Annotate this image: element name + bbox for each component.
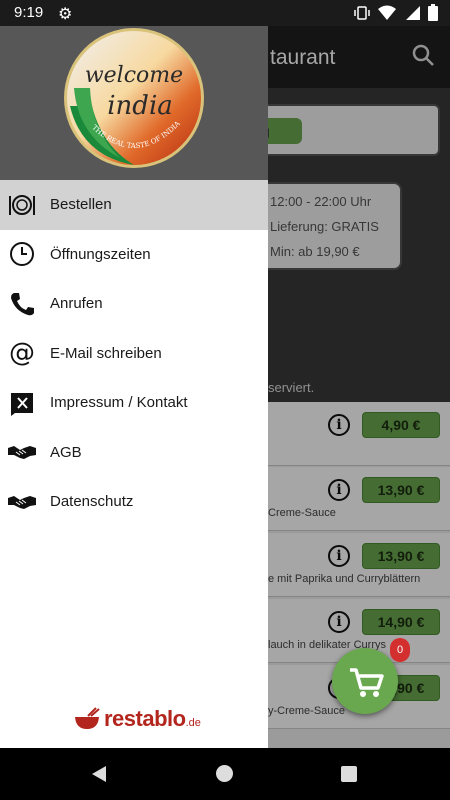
system-nav-bar: [0, 748, 450, 800]
at-icon: @: [9, 338, 35, 369]
drawer-item-label: Öffnungszeiten: [50, 245, 151, 263]
drawer-item-agb[interactable]: AGB: [0, 428, 268, 478]
status-icons: [354, 4, 438, 21]
navigation-drawer: welcome india THE REAL TASTE OF INDIA Be…: [0, 26, 268, 748]
drawer-item-datenschutz[interactable]: Datenschutz: [0, 477, 268, 527]
imprint-icon: [8, 389, 36, 417]
logo-text-india: india: [107, 91, 173, 121]
drawer-item-label: Anrufen: [50, 295, 103, 313]
drawer-item-label: Datenschutz: [50, 493, 134, 511]
drawer-item-label: Impressum / Kontakt: [50, 394, 188, 412]
drawer-item-anrufen[interactable]: Anrufen: [0, 279, 268, 329]
plate-cutlery-icon: [8, 191, 36, 219]
battery-icon: [428, 4, 438, 21]
drawer-header: welcome india THE REAL TASTE OF INDIA: [0, 26, 268, 180]
clock-icon: [8, 240, 36, 268]
back-icon[interactable]: [90, 765, 108, 783]
restablo-domain: .de: [185, 717, 201, 729]
handshake-icon: [8, 488, 36, 516]
drawer-item-oeffnungszeiten[interactable]: Öffnungszeiten: [0, 230, 268, 280]
phone-icon: [8, 290, 36, 318]
bowl-icon: [75, 707, 100, 729]
status-time: 9:19: [14, 4, 44, 21]
drawer-item-label: AGB: [50, 443, 82, 461]
restablo-name: restablo: [104, 706, 186, 731]
recent-apps-icon[interactable]: [341, 766, 357, 782]
cart-count-badge: 0: [390, 638, 410, 662]
signal-icon: [406, 5, 420, 20]
cart-icon: [350, 668, 384, 697]
drawer-item-label: Bestellen: [50, 196, 112, 214]
restablo-logo: restablo .de: [74, 706, 201, 732]
handshake-icon: [8, 438, 36, 466]
cart-button[interactable]: [332, 648, 398, 714]
home-icon[interactable]: [216, 765, 233, 782]
status-bar: 9:19 ⚙: [0, 0, 450, 26]
drawer-item-bestellen[interactable]: Bestellen: [0, 180, 268, 230]
settings-gear-icon: ⚙: [58, 6, 73, 23]
wifi-icon: [378, 5, 396, 20]
vibrate-icon: [354, 5, 370, 20]
logo-text-welcome: welcome: [85, 63, 183, 88]
drawer-item-label: E-Mail schreiben: [50, 344, 162, 362]
welcome-india-logo: welcome india THE REAL TASTE OF INDIA: [64, 28, 204, 168]
drawer-item-email[interactable]: @ E-Mail schreiben: [0, 329, 268, 379]
drawer-item-impressum[interactable]: Impressum / Kontakt: [0, 378, 268, 428]
